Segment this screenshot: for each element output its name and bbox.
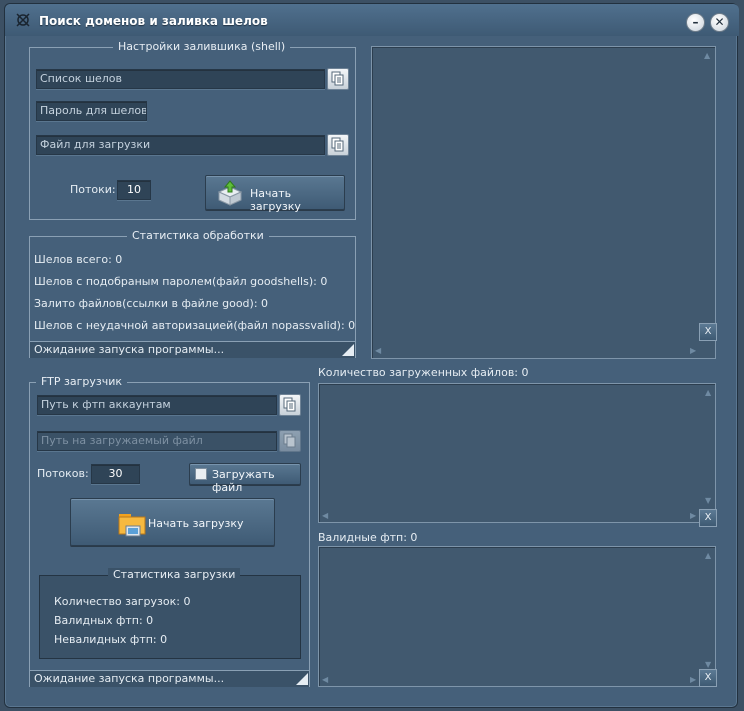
- upload-file-checkbox-button[interactable]: Загружать файл: [189, 463, 301, 494]
- stat-failed-auth: Шелов с неудачной авторизацией(файл nopa…: [34, 319, 356, 332]
- ftp-start-upload-label: Начать загрузку: [148, 517, 244, 530]
- scroll-left-arrow[interactable]: ◀: [322, 675, 328, 684]
- ftp-threads-label: Потоков:: [37, 467, 89, 480]
- start-upload-button[interactable]: Начать загрузку: [205, 175, 345, 213]
- stat-total-shells: Шелов всего: 0: [34, 253, 123, 266]
- ftp-start-upload-button[interactable]: Начать загрузку: [70, 498, 275, 546]
- processing-stats-group: Статистика обработки Шелов всего: 0 Шело…: [29, 229, 356, 358]
- ftp-status-text: Ожидание запуска программы...: [34, 672, 225, 685]
- scroll-up-arrow[interactable]: ▲: [705, 551, 711, 560]
- ftp-file-browse-button: [279, 430, 301, 452]
- upload-file-checkbox-label: Загружать файл: [212, 468, 275, 494]
- scroll-right-arrow[interactable]: ▶: [690, 511, 696, 520]
- ftp-stat-valid: Валидных фтп: 0: [54, 614, 154, 627]
- copy-icon: [331, 137, 344, 152]
- shell-list-input[interactable]: Список шелов: [36, 69, 325, 89]
- scroll-down-arrow[interactable]: ▼: [705, 496, 711, 505]
- clear-shell-log-button[interactable]: X: [699, 323, 717, 341]
- ftp-accounts-input[interactable]: Путь к фтп аккаунтам: [37, 395, 277, 415]
- main-window: Поиск доменов и заливка шелов – ✕ Настро…: [4, 3, 739, 708]
- shell-list-browse-button[interactable]: [327, 68, 349, 90]
- copy-icon: [283, 433, 296, 448]
- title-bar[interactable]: Поиск доменов и заливка шелов – ✕: [5, 4, 739, 36]
- stat-good-shells: Шелов с подобраным паролем(файл goodshel…: [34, 275, 328, 288]
- uploader-status-text: Ожидание запуска программы...: [34, 343, 225, 356]
- valid-ftp-label: Валидные фтп: 0: [318, 531, 418, 544]
- stat-uploaded-files: Залито файлов(ссылки в файле good): 0: [34, 297, 269, 310]
- scroll-up-arrow[interactable]: ▲: [704, 51, 710, 60]
- uploader-settings-group: Настройки залившика (shell) Список шелов…: [29, 40, 356, 220]
- uploader-status-bar: Ожидание запуска программы...: [30, 341, 355, 358]
- scroll-down-arrow[interactable]: ▼: [705, 660, 711, 669]
- resize-grip-icon[interactable]: [295, 672, 309, 686]
- ftp-uploader-title: FTP загрузчик: [36, 375, 127, 388]
- shell-password-input[interactable]: Пароль для шелов: [36, 101, 147, 121]
- ftp-stat-invalid: Невалидных фтп: 0: [54, 633, 168, 646]
- copy-icon: [331, 71, 344, 86]
- app-icon: [16, 13, 30, 27]
- scroll-left-arrow[interactable]: ◀: [322, 511, 328, 520]
- ftp-file-input: Путь на загружаемый файл: [37, 431, 277, 451]
- scroll-right-arrow[interactable]: ▶: [690, 675, 696, 684]
- close-button[interactable]: ✕: [710, 13, 729, 32]
- shell-log-panel[interactable]: ▲ ◀ ▶ X: [371, 46, 717, 359]
- scroll-up-arrow[interactable]: ▲: [705, 388, 711, 397]
- uploader-settings-title: Настройки залившика (shell): [113, 40, 291, 53]
- ftp-uploader-group: FTP загрузчик Путь к фтп аккаунтам Путь …: [29, 375, 310, 687]
- resize-grip-icon[interactable]: [341, 343, 355, 357]
- ftp-status-bar: Ожидание запуска программы...: [30, 670, 309, 687]
- upload-file-input[interactable]: Файл для загрузки: [36, 135, 325, 155]
- ftp-accounts-browse-button[interactable]: [279, 394, 301, 416]
- ftp-stats-title: Статистика загрузки: [108, 568, 241, 581]
- threads-input[interactable]: 10: [117, 180, 151, 200]
- ftp-stat-uploads: Количество загрузок: 0: [54, 595, 191, 608]
- upload-file-checkbox[interactable]: [195, 468, 207, 480]
- upload-file-browse-button[interactable]: [327, 134, 349, 156]
- valid-ftp-panel[interactable]: ▲ ▼ ◀ ▶ X: [318, 546, 717, 687]
- processing-stats-title: Статистика обработки: [127, 229, 269, 242]
- scroll-left-arrow[interactable]: ◀: [375, 346, 381, 355]
- uploaded-files-count-label: Количество загруженных файлов: 0: [318, 366, 529, 379]
- window-title: Поиск доменов и заливка шелов: [39, 14, 268, 28]
- start-upload-label: Начать загрузку: [250, 187, 301, 213]
- copy-icon: [283, 397, 296, 412]
- scroll-right-arrow[interactable]: ▶: [690, 346, 696, 355]
- minimize-button[interactable]: –: [686, 13, 705, 32]
- clear-uploaded-files-button[interactable]: X: [699, 509, 717, 527]
- folder-icon: [118, 514, 146, 537]
- uploaded-files-panel[interactable]: ▲ ▼ ◀ ▶ X: [318, 383, 717, 527]
- ftp-threads-input[interactable]: 30: [91, 464, 140, 484]
- clear-valid-ftp-button[interactable]: X: [699, 669, 717, 687]
- ftp-stats-group: Статистика загрузки Количество загрузок:…: [39, 568, 301, 659]
- threads-label: Потоки:: [70, 183, 116, 196]
- box-upload-icon: [217, 180, 243, 206]
